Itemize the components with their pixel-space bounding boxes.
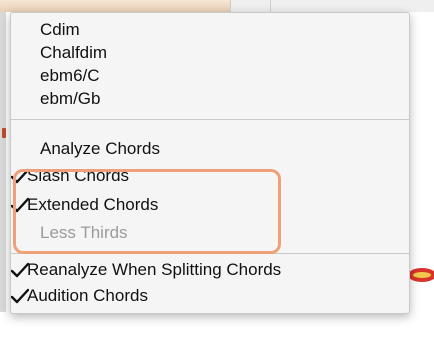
screen: Cdim Chalfdim ebm6/C ebm/Gb Analyze Chor… [0, 0, 434, 347]
menu-item-label: Chalfdim [40, 43, 108, 62]
menu-item-label: Extended Chords [27, 195, 159, 214]
menu-item-label: Analyze Chords [40, 139, 161, 158]
background-ruler [0, 12, 6, 347]
menu-item-label: Slash Chords [27, 166, 130, 185]
menu-item-label: Audition Chords [27, 286, 148, 305]
menu-item-label: Cdim [40, 20, 80, 39]
chord-context-menu: Cdim Chalfdim ebm6/C ebm/Gb Analyze Chor… [10, 12, 410, 314]
menu-separator [11, 253, 409, 254]
background-canvas [0, 312, 434, 347]
background-toolbar [0, 0, 434, 12]
background-toolbar-area [231, 0, 434, 12]
menu-item-label: ebm/Gb [40, 89, 101, 108]
background-marker [2, 128, 6, 138]
menu-item-label: Less Thirds [40, 223, 128, 242]
background-tab [0, 0, 231, 12]
menu-item-label: ebm6/C [40, 66, 100, 85]
menu-item-label: Reanalyze When Splitting Chords [27, 260, 282, 279]
menu-separator [11, 119, 409, 120]
